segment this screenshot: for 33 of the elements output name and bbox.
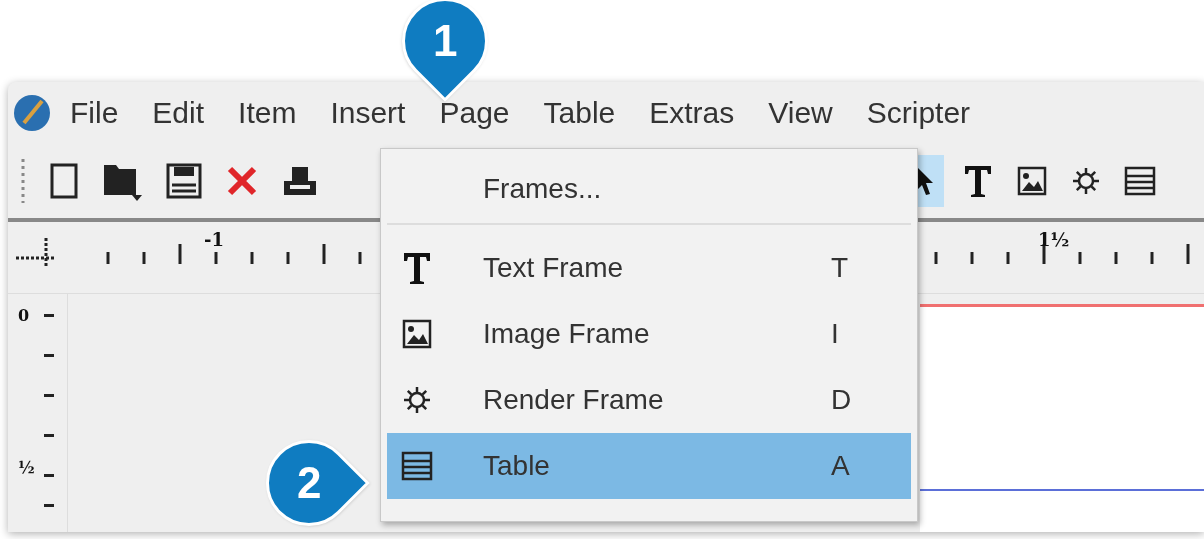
text-icon [963, 164, 993, 198]
menu-item[interactable]: Edit [136, 88, 221, 138]
menu-entry[interactable]: Image Frame I [387, 301, 911, 367]
close-icon[interactable] [226, 165, 258, 197]
menu-item[interactable]: Table [527, 88, 632, 138]
image-icon [1017, 166, 1047, 196]
print-icon[interactable] [282, 165, 318, 197]
menu-item[interactable]: Scripter [850, 88, 987, 138]
menu-entry[interactable]: Table A [387, 433, 911, 499]
app-logo-icon [12, 93, 52, 133]
gear-icon [401, 384, 433, 416]
ruler-label: 1½ [1038, 228, 1070, 252]
menu-item[interactable]: Extras [633, 88, 751, 138]
new-document-icon[interactable] [50, 163, 78, 199]
ruler-label: -1 [204, 228, 224, 252]
pointer-icon [916, 166, 934, 196]
image-icon [402, 319, 432, 349]
save-icon[interactable] [166, 163, 202, 199]
ruler-label: ½ [18, 457, 35, 479]
menu-item[interactable]: File [54, 88, 135, 138]
table-icon [401, 451, 433, 481]
grip-icon [20, 159, 26, 203]
gear-icon [1070, 165, 1102, 197]
text-icon [402, 251, 432, 285]
menu-item[interactable]: View [752, 88, 849, 138]
menu-item[interactable]: Page [423, 88, 526, 138]
table-icon [1124, 166, 1156, 196]
menu-entry[interactable]: Render Frame D [387, 367, 911, 433]
menu-entry[interactable]: Frames... [483, 168, 602, 210]
menu-item[interactable]: Insert [314, 88, 422, 138]
menu-item[interactable]: Item [222, 88, 313, 138]
menu-entry[interactable]: Text Frame T [387, 235, 911, 301]
ruler-label: 0 [18, 305, 30, 327]
